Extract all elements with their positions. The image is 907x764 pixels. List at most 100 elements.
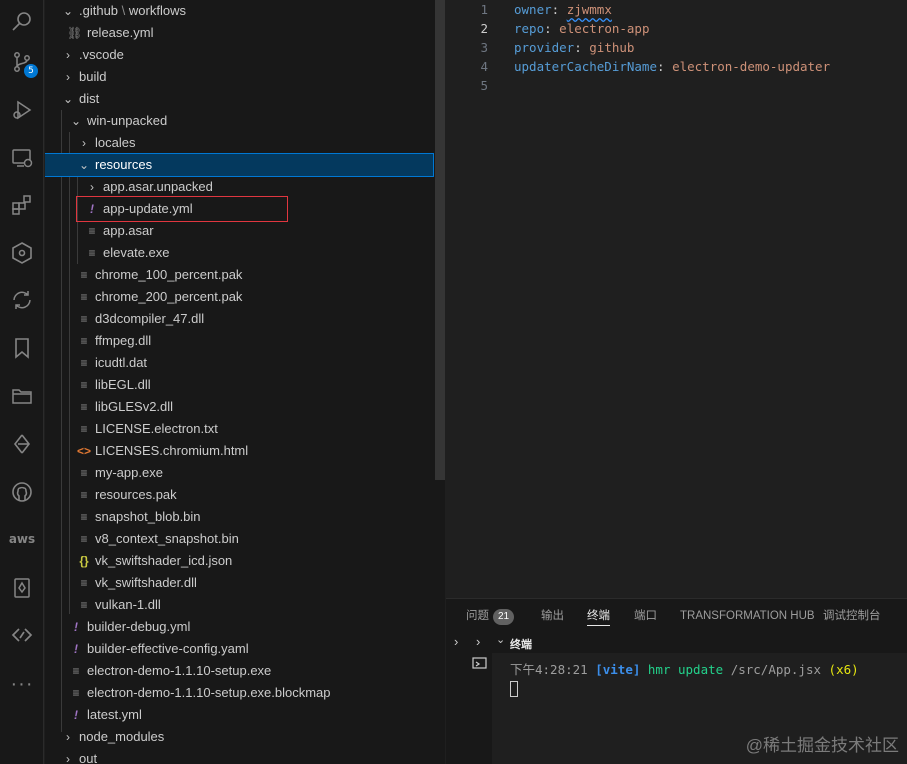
tree-folder-vscode[interactable]: › .vscode (45, 44, 433, 66)
watermark: @稀土掘金技术社区 (745, 736, 899, 755)
remote-explorer-icon[interactable] (0, 136, 44, 180)
tab-terminal[interactable]: 终端 (587, 607, 610, 626)
tree-file-latest-yml[interactable]: ! latest.yml (45, 704, 433, 726)
tree-file-setup-blockmap[interactable]: ≡ electron-demo-1.1.10-setup.exe.blockma… (45, 682, 433, 704)
tree-file-my-app-exe[interactable]: ≡ my-app.exe (45, 462, 433, 484)
yaml-file-icon: ! (74, 708, 78, 722)
file-icon: ≡ (80, 598, 88, 612)
chevron-down-icon: ⌄ (62, 92, 74, 106)
code-line: updaterCacheDirName: electron-demo-updat… (514, 59, 831, 74)
chevron-down-icon: ⌄ (78, 158, 90, 172)
chevron-down-icon[interactable]: ⌄ (496, 633, 505, 646)
explorer-scrollbar[interactable] (435, 0, 445, 480)
tree-file-chrome-100-percent[interactable]: ≡ chrome_100_percent.pak (45, 264, 433, 286)
html-file-icon: <> (77, 444, 92, 458)
folder-label: .github \ workflows (79, 3, 186, 18)
file-icon: ≡ (80, 400, 88, 414)
file-icon: ≡ (80, 422, 88, 436)
hexagon-extension-icon[interactable] (0, 231, 44, 275)
aws-icon[interactable]: aws (0, 517, 44, 561)
chevron-right-icon[interactable]: › (454, 634, 458, 649)
chevron-right-icon: › (82, 136, 86, 150)
edge-devtools-icon[interactable] (0, 422, 44, 466)
tree-file-release-yml[interactable]: ⛓ release.yml (45, 22, 433, 44)
tree-folder-win-unpacked[interactable]: ⌄ win-unpacked (45, 110, 433, 132)
file-explorer: ⌄ .github \ workflows ⛓ release.yml › .v… (45, 0, 445, 764)
tree-file-license-electron[interactable]: ≡ LICENSE.electron.txt (45, 418, 433, 440)
tree-file-libegl[interactable]: ≡ libEGL.dll (45, 374, 433, 396)
activity-bar: 5 aws ··· (0, 0, 44, 764)
line-number: 5 (480, 78, 488, 93)
code-line: owner: zjwmmx (514, 2, 612, 17)
tree-file-builder-debug[interactable]: ! builder-debug.yml (45, 616, 433, 638)
terminal-list-icon[interactable] (472, 657, 488, 676)
code-line: repo: electron-app (514, 21, 650, 36)
tab-ports[interactable]: 端口 (634, 607, 657, 625)
tree-folder-dist[interactable]: ⌄ dist (45, 88, 433, 110)
scm-badge: 5 (24, 64, 38, 78)
tab-problems[interactable]: 问题 21 (466, 607, 515, 625)
tree-file-snapshot-blob[interactable]: ≡ snapshot_blob.bin (45, 506, 433, 528)
tab-output[interactable]: 输出 (541, 607, 564, 625)
tab-transformation-hub[interactable]: TRANSFORMATION HUB (680, 607, 815, 625)
tree-file-builder-effective-config[interactable]: ! builder-effective-config.yaml (45, 638, 433, 660)
source-control-icon[interactable]: 5 (0, 40, 44, 84)
terminal-line: 下午4:28:21 [vite] hmr update /src/App.jsx… (510, 662, 859, 677)
tree-file-setup-exe[interactable]: ≡ electron-demo-1.1.10-setup.exe (45, 660, 433, 682)
link-file-icon: ⛓ (67, 26, 83, 40)
live-share-icon[interactable] (0, 613, 44, 657)
tree-file-v8-context-snapshot[interactable]: ≡ v8_context_snapshot.bin (45, 528, 433, 550)
tree-file-chrome-200-percent[interactable]: ≡ chrome_200_percent.pak (45, 286, 433, 308)
sync-diff-icon[interactable] (0, 278, 44, 322)
tree-folder-resources[interactable]: ⌄ resources (45, 153, 434, 177)
file-icon: ≡ (80, 356, 88, 370)
tree-file-icudtl[interactable]: ≡ icudtl.dat (45, 352, 433, 374)
tree-folder-node-modules[interactable]: › node_modules (45, 726, 433, 748)
chevron-right-icon: › (66, 752, 70, 764)
folder-icon[interactable] (0, 374, 44, 418)
line-number: 2 (480, 21, 488, 36)
more-icon[interactable]: ··· (0, 662, 44, 706)
chevron-down-icon: ⌄ (62, 4, 74, 18)
file-icon: ≡ (80, 378, 88, 392)
tree-file-ffmpeg[interactable]: ≡ ffmpeg.dll (45, 330, 433, 352)
tab-debug-console[interactable]: 调试控制台 (823, 607, 881, 625)
tree-folder-out[interactable]: › out (45, 748, 433, 764)
tree-file-licenses-chromium[interactable]: <> LICENSES.chromium.html (45, 440, 433, 462)
file-icon: ≡ (80, 290, 88, 304)
tree-folder-github-workflows[interactable]: ⌄ .github \ workflows (45, 0, 433, 22)
file-icon: ≡ (80, 576, 88, 590)
code-editor[interactable]: 1 owner: zjwmmx 2 repo: electron-app 3 p… (446, 0, 907, 598)
tree-folder-locales[interactable]: › locales (45, 132, 433, 154)
yaml-file-icon: ! (74, 620, 78, 634)
tree-file-resources-pak[interactable]: ≡ resources.pak (45, 484, 433, 506)
file-icon: ≡ (72, 664, 80, 678)
file-icon: ≡ (80, 532, 88, 546)
tree-file-vk-swiftshader-dll[interactable]: ≡ vk_swiftshader.dll (45, 572, 433, 594)
chevron-right-icon: › (90, 180, 94, 194)
file-icon: ≡ (80, 312, 88, 326)
tree-file-d3dcompiler[interactable]: ≡ d3dcompiler_47.dll (45, 308, 433, 330)
line-number: 3 (480, 40, 488, 55)
extensions-icon[interactable] (0, 183, 44, 227)
tree-folder-app-asar-unpacked[interactable]: › app.asar.unpacked (45, 176, 433, 198)
tree-folder-build[interactable]: › build (45, 66, 433, 88)
line-number: 4 (480, 59, 488, 74)
file-icon: ≡ (72, 686, 80, 700)
tree-file-app-update-yml[interactable]: ! app-update.yml (45, 198, 433, 220)
chevron-right-icon[interactable]: › (476, 634, 480, 649)
search-icon[interactable] (0, 0, 44, 44)
github-icon[interactable] (0, 470, 44, 514)
book-icon[interactable] (0, 566, 44, 610)
terminal-cursor (510, 681, 518, 697)
code-line: provider: github (514, 40, 635, 55)
chevron-down-icon: ⌄ (70, 114, 82, 128)
file-icon: ≡ (80, 334, 88, 348)
tree-file-app-asar[interactable]: ≡ app.asar (45, 220, 433, 242)
tree-file-vulkan[interactable]: ≡ vulkan-1.dll (45, 594, 433, 616)
run-debug-icon[interactable] (0, 88, 44, 132)
tree-file-libglesv2[interactable]: ≡ libGLESv2.dll (45, 396, 433, 418)
tree-file-elevate-exe[interactable]: ≡ elevate.exe (45, 242, 433, 264)
tree-file-vk-swiftshader-icd-json[interactable]: {} vk_swiftshader_icd.json (45, 550, 433, 572)
bookmark-icon[interactable] (0, 326, 44, 370)
